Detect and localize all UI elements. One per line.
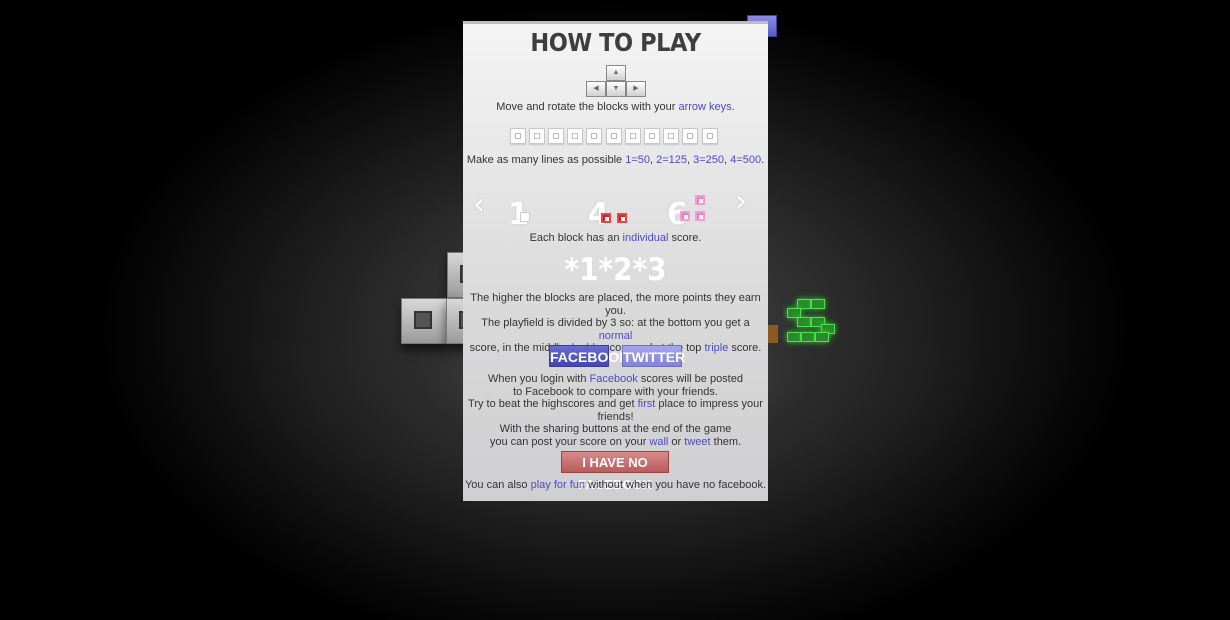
login-text: you can post your score on your	[489, 435, 650, 448]
block-icon	[682, 128, 698, 144]
facebook-button[interactable]: FACEBOOK	[549, 345, 629, 367]
block-icon	[548, 128, 564, 144]
single-block-icon	[520, 212, 530, 222]
pink-block-part	[695, 211, 705, 221]
red-block-part	[601, 213, 611, 223]
login-text: them.	[710, 435, 742, 448]
login-text: scores will be posted	[637, 373, 743, 385]
arrow-left-key-icon: ◀	[586, 81, 606, 97]
fun-text: You can also	[464, 479, 531, 491]
score-1-line: 1=50	[625, 154, 650, 166]
height-text: score.	[728, 342, 762, 354]
block-icon	[586, 128, 602, 144]
no-facebook-button[interactable]: I HAVE NO FACEBOOK	[561, 451, 669, 492]
triple-highlight: triple	[704, 342, 729, 354]
line-of-blocks-icon	[510, 128, 720, 146]
background-block	[401, 298, 447, 344]
height-text: The playfield is divided by 3 so: at the…	[481, 317, 750, 329]
height-multiplier: *1*2*3	[564, 252, 667, 288]
facebook-highlight: Facebook	[589, 373, 638, 385]
login-info-text: When you login with Facebook scores will…	[463, 373, 768, 448]
dialog-title: HOW TO PLAY	[530, 28, 701, 57]
login-line-5: you can post your score on your wall or …	[463, 436, 768, 449]
play-for-fun-text: You can also play for fun without when y…	[463, 479, 768, 492]
score-4-lines: 4=500	[730, 154, 762, 166]
arrow-up-key-icon: ▲	[606, 65, 626, 81]
block-icon	[606, 128, 622, 144]
block-icon	[702, 128, 718, 144]
block-icon	[625, 128, 641, 144]
move-instructions: Move and rotate the blocks with your arr…	[463, 101, 768, 114]
individual-score-text: Each block has an individual score.	[463, 232, 768, 245]
chevron-left-icon[interactable]: ‹	[473, 187, 485, 222]
individual-text: Each block has an	[529, 232, 623, 244]
lines-text-end: .	[761, 154, 765, 166]
login-line-4: With the sharing buttons at the end of t…	[499, 423, 732, 435]
height-line-1: The higher the blocks are placed, the mo…	[470, 292, 761, 317]
normal-highlight: normal	[598, 329, 633, 342]
score-2-lines: 2=125	[656, 154, 688, 166]
individual-highlight: individual	[622, 232, 669, 244]
twitter-button[interactable]: TWITTER	[622, 345, 685, 367]
red-block-part	[617, 213, 627, 223]
move-text-end: .	[731, 101, 735, 113]
pink-block-part	[680, 211, 690, 221]
block-icon	[663, 128, 679, 144]
tweet-highlight: tweet	[684, 435, 711, 448]
first-highlight: first	[637, 398, 656, 410]
login-text: When you login with	[488, 373, 590, 385]
login-text: or	[668, 435, 685, 448]
block-icon	[510, 128, 526, 144]
height-line-2: The playfield is divided by 3 so: at the…	[463, 317, 768, 342]
height-score-text: The higher the blocks are placed, the mo…	[463, 292, 768, 355]
play-for-fun-link[interactable]: play for fun	[531, 479, 585, 491]
arrow-keys-icon: ▲ ◀ ▼ ▶	[586, 65, 646, 97]
how-to-play-dialog: HOW TO PLAY ▲ ◀ ▼ ▶ Move and rotate the …	[463, 21, 768, 501]
lines-text: Make as many lines as possible	[466, 154, 626, 166]
block-icon	[567, 128, 583, 144]
block-icon	[644, 128, 660, 144]
background-block-orange	[768, 325, 778, 343]
wall-highlight: wall	[649, 435, 669, 448]
chevron-right-icon[interactable]: ›	[735, 184, 747, 219]
arrow-keys-highlight: arrow keys	[678, 101, 732, 113]
pink-block-part	[695, 195, 705, 205]
score-3-lines: 3=250	[693, 154, 725, 166]
lines-instructions: Make as many lines as possible 1=50, 2=1…	[463, 154, 768, 167]
move-text: Move and rotate the blocks with your	[496, 101, 679, 113]
fun-text-end: without when you have no facebook.	[585, 479, 767, 491]
individual-text-end: score.	[668, 232, 702, 244]
login-line-1: When you login with Facebook scores will…	[463, 373, 768, 386]
login-line-2: to Facebook to compare with your friends…	[513, 385, 718, 398]
login-line-3: Try to beat the highscores and get first…	[463, 398, 768, 423]
arrow-right-key-icon: ▶	[626, 81, 646, 97]
login-text: Try to beat the highscores and get	[468, 398, 638, 410]
block-icon	[529, 128, 545, 144]
arrow-down-key-icon: ▼	[606, 81, 626, 97]
